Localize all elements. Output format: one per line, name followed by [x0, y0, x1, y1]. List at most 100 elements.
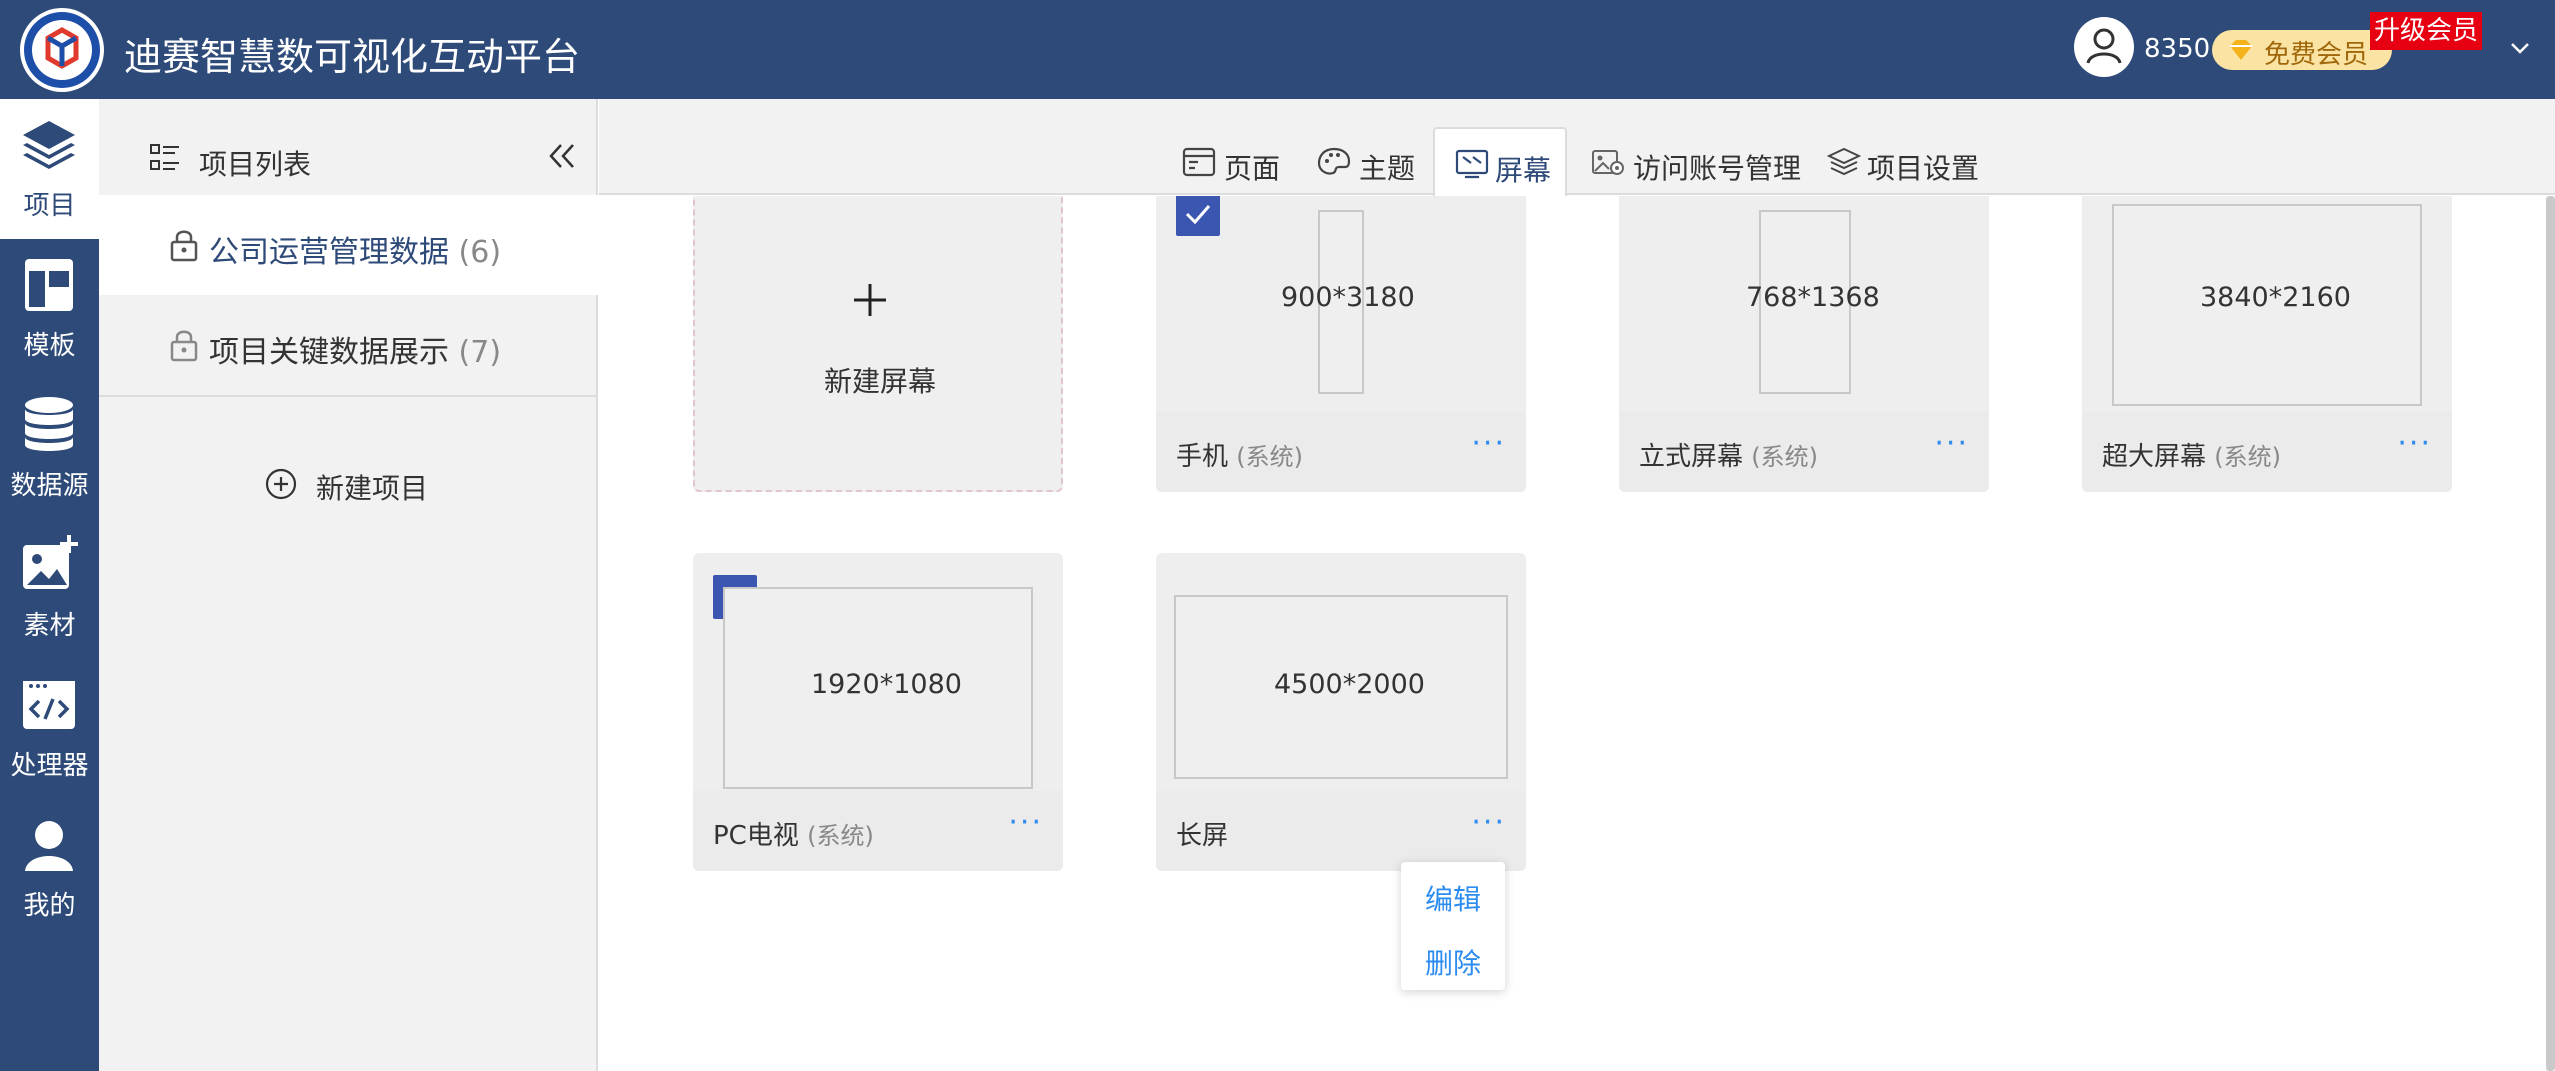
more-options-button[interactable]: ···: [1471, 805, 1506, 840]
tab-bar: 页面 主题 屏幕 访问账号管理 项目设置: [599, 99, 2555, 197]
tab-label: 屏幕: [1495, 154, 1552, 187]
screen-name-text: 长屏: [1176, 821, 1229, 851]
tab-screen[interactable]: 屏幕: [1433, 127, 1567, 197]
more-options-button[interactable]: ···: [1471, 426, 1506, 461]
more-options-button[interactable]: ···: [2397, 426, 2432, 461]
project-count: (7): [458, 335, 502, 370]
tab-label: 页面: [1224, 152, 1281, 185]
tab-page[interactable]: 页面: [1182, 127, 1292, 195]
screen-name: PC电视 (系统): [713, 815, 874, 852]
new-screen-card[interactable]: 新建屏幕: [693, 196, 1063, 492]
screen-dimensions: 3840*2160: [2200, 282, 2351, 313]
tab-label: 访问账号管理: [1633, 152, 1802, 185]
screen-card[interactable]: 4500*2000 长屏 ···: [1156, 553, 1526, 871]
system-tag: (系统): [1751, 443, 1819, 471]
card-footer: 超大屏幕 (系统) ···: [2082, 412, 2452, 492]
tab-label: 主题: [1359, 152, 1416, 185]
nav-item-template[interactable]: 模板: [0, 239, 99, 379]
nav-item-project[interactable]: 项目: [0, 99, 99, 239]
context-menu: 编辑 删除: [1401, 862, 1505, 990]
screen-dimensions: 900*3180: [1281, 282, 1415, 313]
list-icon: [150, 144, 179, 170]
tab-account[interactable]: 访问账号管理: [1591, 127, 1801, 195]
add-circle-icon: [265, 468, 297, 500]
screen-name-text: 手机: [1176, 442, 1229, 472]
nav-label: 素材: [23, 611, 76, 641]
screen-icon: [1455, 149, 1489, 179]
panel-header: 项目列表: [99, 99, 598, 195]
project-item[interactable]: 项目关键数据展示 (7): [99, 295, 598, 395]
more-options-button[interactable]: ···: [1934, 426, 1969, 461]
selected-checkbox[interactable]: [1176, 196, 1220, 236]
scrollbar-thumb[interactable]: [2546, 196, 2555, 1071]
layers-icon: [23, 121, 75, 169]
screen-name: 超大屏幕 (系统): [2102, 436, 2281, 473]
project-item[interactable]: 公司运营管理数据 (6): [99, 195, 598, 295]
nav-label: 我的: [23, 891, 76, 921]
nav-item-datasource[interactable]: 数据源: [0, 379, 99, 519]
diamond-icon: [2230, 40, 2252, 60]
app-title: 迪赛智慧数可视化互动平台: [124, 35, 581, 79]
image-add-icon: [23, 535, 78, 589]
card-footer: 手机 (系统) ···: [1156, 412, 1526, 492]
plus-icon: [854, 284, 886, 316]
screen-name: 手机 (系统): [1176, 436, 1303, 473]
nav-label: 项目: [23, 191, 76, 221]
nav-item-assets[interactable]: 素材: [0, 519, 99, 659]
more-options-button[interactable]: ···: [1008, 805, 1043, 840]
top-header: 迪赛智慧数可视化互动平台 8350 免费会员 升级会员: [0, 0, 2555, 99]
main-nav: 项目 模板 数据源 素材 处理器 我的: [0, 99, 99, 1071]
project-name: 项目关键数据展示 (7): [209, 327, 501, 371]
upgrade-button[interactable]: 升级会员: [2370, 12, 2482, 50]
screen-card[interactable]: 900*3180 手机 (系统) ···: [1156, 196, 1526, 492]
chevron-down-icon[interactable]: [2508, 36, 2532, 60]
system-tag: (系统): [807, 822, 874, 850]
screen-card[interactable]: 3840*2160 超大屏幕 (系统) ···: [2082, 196, 2452, 492]
scrollbar[interactable]: [2546, 196, 2555, 1071]
panel-title: 项目列表: [199, 148, 312, 181]
screen-name: 长屏: [1176, 815, 1228, 852]
system-tag: (系统): [2214, 443, 2282, 471]
project-name: 公司运营管理数据 (6): [209, 227, 501, 271]
tab-label: 项目设置: [1867, 152, 1980, 185]
card-footer: 立式屏幕 (系统) ···: [1619, 412, 1989, 492]
edit-menu-item[interactable]: 编辑: [1401, 878, 1505, 918]
nav-item-processor[interactable]: 处理器: [0, 659, 99, 799]
nav-label: 数据源: [10, 471, 89, 501]
screen-dimensions: 4500*2000: [1274, 669, 1425, 700]
collapse-icon[interactable]: [547, 141, 577, 171]
palette-icon: [1317, 147, 1351, 175]
app-logo[interactable]: [20, 8, 104, 92]
screen-name-text: 立式屏幕: [1639, 442, 1744, 472]
screen-card[interactable]: 768*1368 立式屏幕 (系统) ···: [1619, 196, 1989, 492]
page-icon: [1182, 147, 1216, 177]
screen-dimensions: 768*1368: [1746, 282, 1880, 313]
screen-dimensions: 1920*1080: [811, 669, 962, 700]
screens-content: 新建屏幕 900*3180 手机 (系统) ··· 768*1368 立式屏幕 …: [599, 196, 2555, 1071]
tab-settings[interactable]: 项目设置: [1827, 127, 1997, 195]
user-icon: [25, 821, 73, 871]
screen-name-text: 超大屏幕: [2102, 442, 2207, 472]
screen-name: 立式屏幕 (系统): [1639, 436, 1818, 473]
divider: [99, 395, 598, 397]
screen-card[interactable]: 1920*1080 PC电视 (系统) ···: [693, 553, 1063, 871]
new-project-label: 新建项目: [316, 472, 429, 505]
settings-layers-icon: [1827, 147, 1861, 176]
template-icon: [25, 259, 73, 311]
project-name-text: 项目关键数据展示: [209, 335, 449, 370]
card-footer: PC电视 (系统) ···: [693, 791, 1063, 871]
nav-label: 模板: [23, 331, 76, 361]
vip-label: 免费会员: [2264, 40, 2369, 70]
screen-name-text: PC电视: [713, 821, 799, 851]
nav-item-mine[interactable]: 我的: [0, 799, 99, 939]
vip-badge[interactable]: 免费会员: [2212, 30, 2392, 70]
project-name-text: 公司运营管理数据: [209, 235, 449, 270]
tab-theme[interactable]: 主题: [1317, 127, 1427, 195]
check-icon: [1185, 205, 1211, 225]
delete-menu-item[interactable]: 删除: [1401, 942, 1505, 982]
lock-icon: [170, 230, 198, 262]
user-avatar[interactable]: [2074, 17, 2134, 77]
account-image-icon: [1592, 150, 1624, 175]
points-count: 8350: [2144, 34, 2211, 64]
project-count: (6): [458, 235, 502, 270]
